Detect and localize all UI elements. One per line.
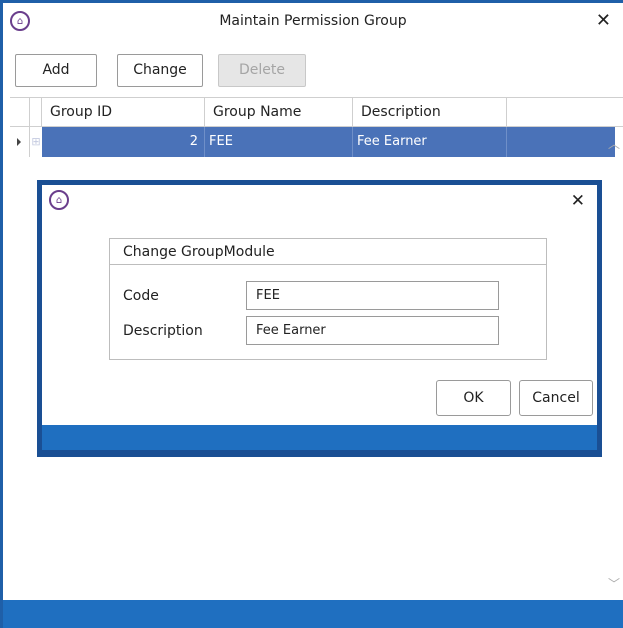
- dialog-close-icon[interactable]: ✕: [571, 191, 585, 211]
- change-button[interactable]: Change: [117, 54, 203, 87]
- column-header-description[interactable]: Description: [353, 98, 507, 127]
- group-module-box: Change GroupModule Code FEE Description …: [109, 238, 547, 360]
- group-box-title: Change GroupModule: [110, 239, 546, 265]
- dialog-body: ⌂ ✕ Change GroupModule Code FEE Descript…: [42, 185, 597, 425]
- cell-description: Fee Earner: [353, 127, 507, 157]
- window-title: Maintain Permission Group: [219, 13, 407, 29]
- description-field[interactable]: Fee Earner: [246, 316, 499, 345]
- status-bar: [3, 600, 623, 628]
- dialog-status-bar: [42, 425, 597, 450]
- cell-group-id: 2: [42, 127, 205, 157]
- row-indicator-header: [10, 98, 30, 127]
- ok-button[interactable]: OK: [436, 380, 511, 416]
- code-label: Code: [123, 288, 159, 304]
- column-header-group-id[interactable]: Group ID: [42, 98, 205, 127]
- description-label: Description: [123, 323, 203, 339]
- dialog-logo-icon: ⌂: [49, 190, 69, 210]
- delete-button[interactable]: Delete: [218, 54, 306, 87]
- cell-group-name: FEE: [205, 127, 353, 157]
- expander-header: [30, 98, 42, 127]
- row-pointer-icon: [10, 127, 30, 157]
- change-dialog: ⌂ ✕ Change GroupModule Code FEE Descript…: [37, 180, 602, 457]
- grid-header: Group ID Group Name Description: [10, 97, 623, 127]
- scroll-down-icon[interactable]: ﹀: [608, 575, 620, 592]
- table-row[interactable]: 2 FEE Fee Earner: [10, 127, 615, 157]
- title-bar: ⌂ Maintain Permission Group ✕: [3, 3, 623, 41]
- cancel-button[interactable]: Cancel: [519, 380, 593, 416]
- code-field[interactable]: FEE: [246, 281, 499, 310]
- add-button[interactable]: Add: [15, 54, 97, 87]
- expand-icon[interactable]: ⊞: [30, 127, 42, 157]
- close-icon[interactable]: ✕: [596, 10, 611, 31]
- toolbar: Add Change Delete: [3, 41, 623, 97]
- column-header-group-name[interactable]: Group Name: [205, 98, 353, 127]
- scroll-up-icon[interactable]: ︿: [608, 135, 620, 152]
